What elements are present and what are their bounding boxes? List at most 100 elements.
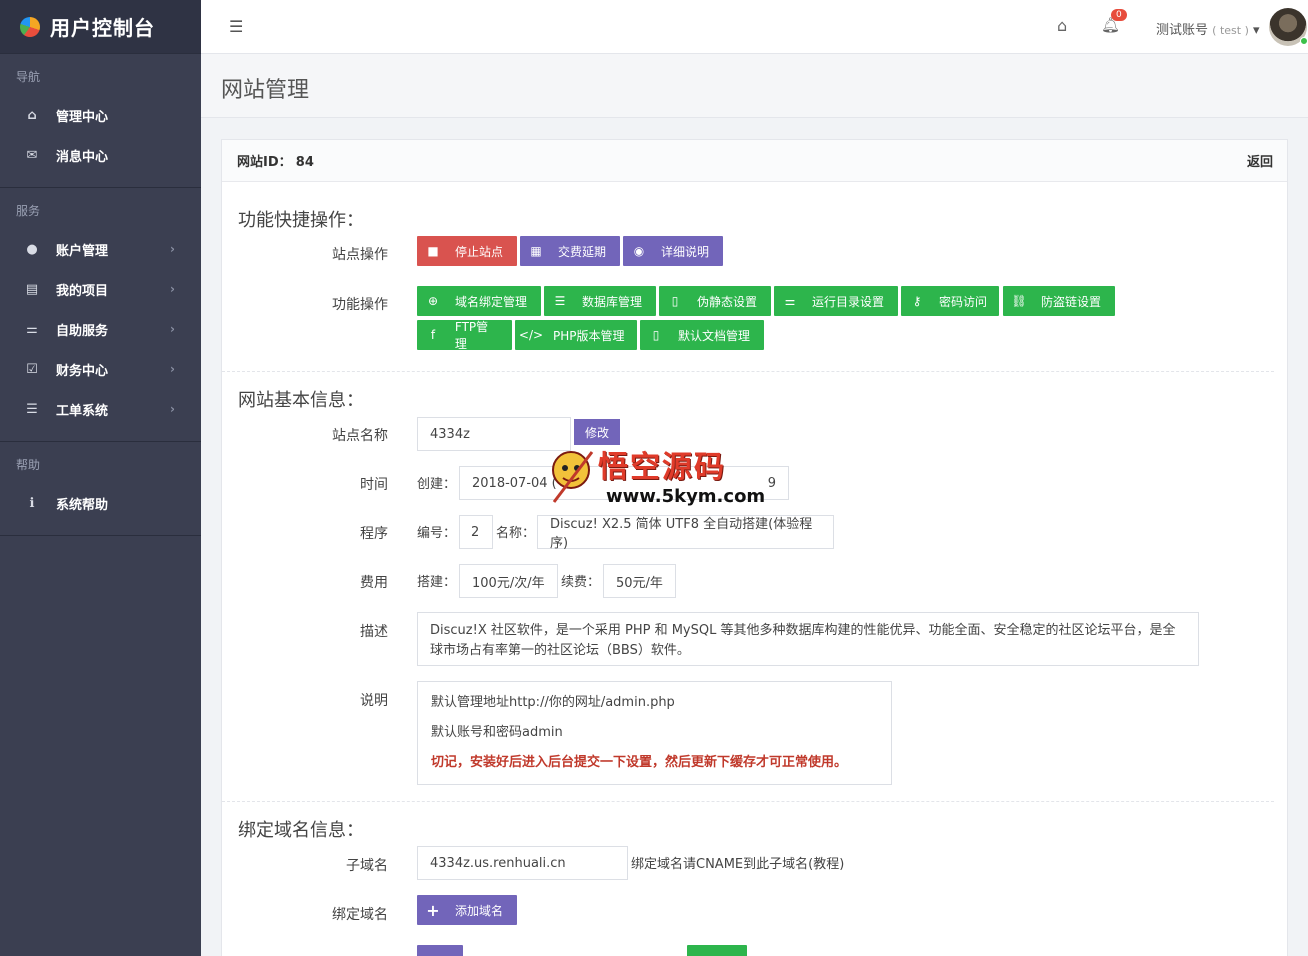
notification-badge: 0 [1111,9,1127,21]
menu-toggle-icon[interactable]: ☰ [229,17,249,36]
nav-section: 服务 ● 账户管理 › ▤ 我的项目 › ⚌ 自助服务 › ☑ 财务中心 › ☰ 工单系统 › [0,188,201,442]
code-icon: </> [518,328,544,342]
program-label: 程序 [360,526,388,542]
renew-button[interactable]: ▦ 交费延期 [520,236,620,266]
run-dir-button[interactable]: ⚌ 运行目录设置 [774,286,898,316]
calendar-icon: ▦ [530,244,542,258]
site-id: 网站ID： 84 [237,151,314,170]
nav-section-header: 导航 [16,70,41,84]
bind-domain-label: 绑定域名 [332,907,388,923]
sliders-icon: ⚌ [784,294,796,308]
database-button[interactable]: ☰ 数据库管理 [544,286,656,316]
sidebar-item-label: 财务中心 [56,363,109,379]
subdomain-field[interactable]: 4334z.us.renhuali.cn [417,846,628,880]
globe-icon: ⊕ [427,294,439,308]
sidebar-item-label: 工单系统 [56,403,109,419]
php-version-button[interactable]: </> PHP版本管理 [515,320,637,350]
time-label: 时间 [360,477,388,493]
sidebar-item-10[interactable]: ● 账户管理 › [0,229,201,269]
user-name: 测试账号 [1156,23,1209,38]
desc-box: Discuz!X 社区软件，是一个采用 PHP 和 MySQL 等其他多种数据库… [417,612,1199,666]
sidebar-item-label: 自助服务 [56,323,109,339]
link-icon: ⛓ [1011,294,1027,308]
watermark-logo: 悟空源码 www.5kym.com [540,442,780,512]
site-name-label: 站点名称 [332,428,388,444]
file-code-icon: ▯ [671,294,679,308]
user-sub: ( test ) [1212,24,1249,37]
sidebar-item-12[interactable]: ⚌ 自助服务 › [0,309,201,349]
site-card: 网站ID： 84 返回 功能快捷操作： 站点操作 ■ 停止站点 ▦ 交费延期 ◉ 详细… [221,139,1288,956]
user-menu[interactable]: 测试账号 ( test ) ▾ [1156,19,1260,38]
sidebar-item-label: 消息中心 [56,149,109,165]
basic-info-title: 网站基本信息： [238,390,364,411]
sidebar: 用户控制台 导航 ⌂ 管理中心 ✉ 消息中心 服务 ● 账户管理 › ▤ 我的项目 › ⚌ 自助服务 › ☑ 财… [0,0,201,956]
sidebar-item-14[interactable]: ☰ 工单系统 › [0,389,201,429]
site-id-label: 网站ID： [237,155,292,170]
home-icon[interactable]: ⌂ [1057,16,1067,35]
sidebar-item-13[interactable]: ☑ 财务中心 › [0,349,201,389]
key-icon: ⚷ [912,294,922,308]
sidebar-item-label: 管理中心 [56,109,109,125]
site-id-value: 84 [295,155,314,170]
chevron-right-icon: › [170,402,175,416]
note-warning: 切记，安装好后进入后台提交一下设置，然后更新下缓存才可正常使用。 [431,755,848,770]
eye-icon: ◉ [633,244,645,258]
online-status-icon [1300,37,1308,45]
subdomain-label: 子域名 [346,858,388,874]
hotlink-button[interactable]: ⛓ 防盗链设置 [1003,286,1115,316]
brand[interactable]: 用户控制台 [0,0,201,54]
site-ops-label: 站点操作 [332,247,388,263]
ftp-button[interactable]: f FTP管理 [417,320,512,351]
nav-section-header: 帮助 [16,458,41,472]
domain-binding-button[interactable]: ⊕ 域名绑定管理 [417,286,541,316]
sidebar-item-label: 我的项目 [56,283,109,299]
nav-section-header: 服务 [16,204,41,218]
renew-fee-label: 续费： [561,575,601,590]
build-fee-label: 搭建： [417,575,457,590]
partial-button[interactable] [417,945,463,956]
back-link[interactable]: 返回 [1247,151,1273,170]
subdomain-hint[interactable]: 绑定域名请CNAME到此子域名(教程) [631,853,844,872]
watermark-url: www.5kym.com [606,486,766,507]
stop-icon: ■ [427,244,439,258]
partial-button-green[interactable] [687,945,747,956]
nav-section: 导航 ⌂ 管理中心 ✉ 消息中心 [0,54,201,188]
note-label: 说明 [360,693,388,709]
sidebar-item-label: 系统帮助 [56,497,109,513]
note-line: 默认账号和密码admin [431,725,563,740]
avatar[interactable] [1269,8,1308,46]
add-domain-button[interactable]: + 添加域名 [417,895,517,925]
desc-label: 描述 [360,624,388,640]
watermark-title: 悟空源码 [598,450,726,485]
sidebar-item-20[interactable]: ℹ 系统帮助 [0,483,201,523]
rewrite-button[interactable]: ▯ 伪静态设置 [659,286,771,316]
brand-title: 用户控制台 [50,16,155,40]
divider [222,371,1274,372]
info-icon: ℹ [29,495,35,511]
chevron-right-icon: › [170,242,175,256]
card-header: 网站ID： 84 返回 [222,140,1287,182]
user-icon: ● [26,241,38,257]
sidebar-item-0[interactable]: ⌂ 管理中心 [0,95,201,135]
database-icon: ☰ [554,294,566,308]
stop-site-button[interactable]: ■ 停止站点 [417,236,517,266]
topbar: ☰ ⌂ 🔔︎ 0 测试账号 ( test ) ▾ [201,0,1308,54]
sidebar-item-11[interactable]: ▤ 我的项目 › [0,269,201,309]
details-button[interactable]: ◉ 详细说明 [623,236,723,266]
sidebar-item-1[interactable]: ✉ 消息中心 [0,135,201,175]
ftp-icon: f [430,328,436,342]
monkey-mascot-icon [552,451,594,503]
quick-ops-title: 功能快捷操作： [238,210,364,231]
nav-section: 帮助 ℹ 系统帮助 [0,442,201,536]
document-icon: ▯ [652,328,660,342]
check-square-icon: ☑ [26,361,38,377]
program-name-label: 名称： [496,526,536,541]
chevron-right-icon: › [170,282,175,296]
default-doc-button[interactable]: ▯ 默认文档管理 [640,320,764,350]
password-access-button[interactable]: ⚷ 密码访问 [901,286,999,316]
program-num-label: 编号： [417,526,457,541]
page-title: 网站管理 [221,78,310,103]
domain-info-title: 绑定域名信息： [238,820,364,841]
program-num-field: 2 [459,515,493,549]
notification-bell-icon[interactable]: 🔔︎ 0 [1101,9,1127,34]
